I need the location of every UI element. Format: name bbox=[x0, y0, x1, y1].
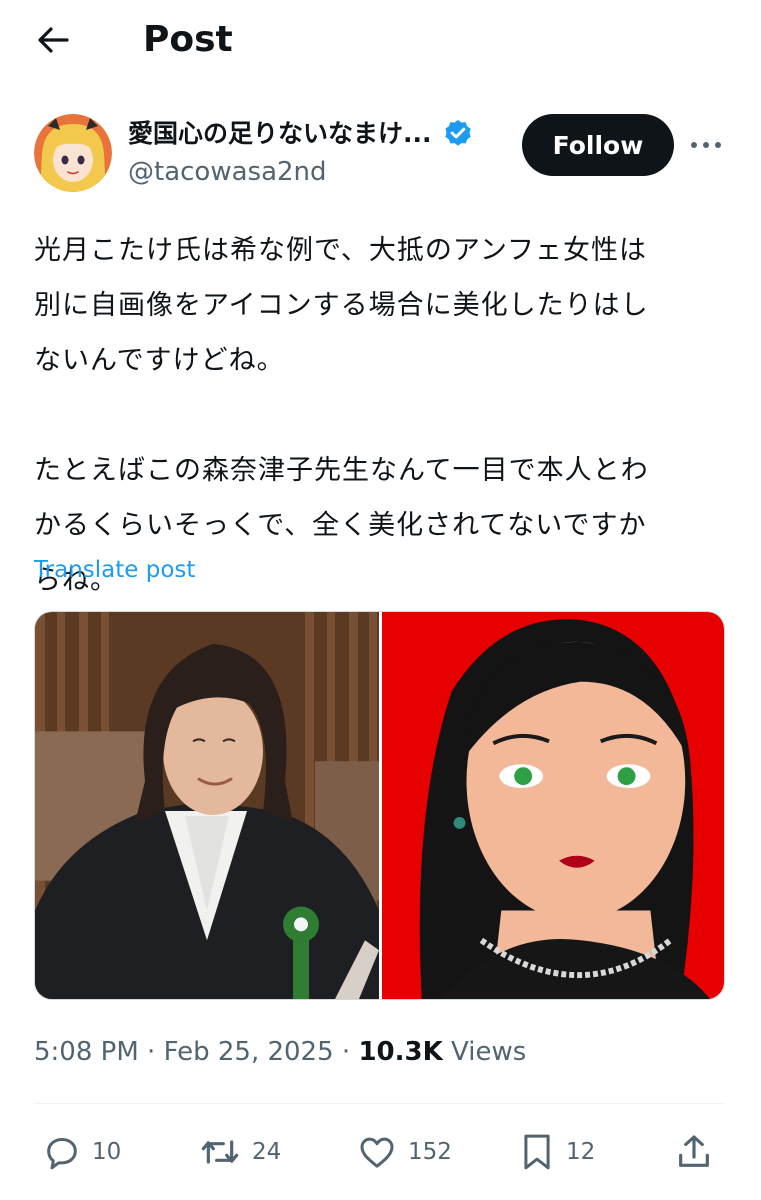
bookmark-button[interactable]: 12 bbox=[518, 1124, 595, 1180]
share-button[interactable] bbox=[674, 1124, 714, 1180]
meta-separator: · bbox=[341, 1037, 351, 1067]
repost-icon bbox=[201, 1140, 239, 1164]
display-name[interactable]: 愛国心の足りないなまけ... bbox=[128, 116, 432, 152]
top-bar: Post bbox=[0, 0, 761, 80]
reply-button[interactable]: 10 bbox=[42, 1124, 121, 1180]
views-count: 10.3K bbox=[358, 1037, 443, 1067]
reply-count: 10 bbox=[92, 1139, 122, 1165]
views-label: Views bbox=[451, 1037, 527, 1067]
post-author: 愛国心の足りないなまけ... @tacowasa2nd Follow bbox=[34, 112, 734, 192]
more-dots-icon bbox=[691, 142, 721, 148]
post-text: 光月こたけ氏は希な例で、大抵のアンフェ女性は 別に自画像をアイコンする場合に美化… bbox=[34, 235, 649, 596]
like-count: 152 bbox=[408, 1139, 452, 1165]
like-button[interactable]: 152 bbox=[356, 1124, 452, 1180]
user-handle[interactable]: @tacowasa2nd bbox=[128, 154, 327, 190]
reply-icon bbox=[47, 1138, 77, 1170]
post-time[interactable]: 5:08 PM bbox=[34, 1037, 139, 1067]
media-photo-2[interactable] bbox=[382, 612, 724, 999]
verified-badge-icon[interactable] bbox=[442, 118, 474, 150]
bookmark-count: 12 bbox=[566, 1139, 596, 1165]
post-actions: 10 24 152 12 bbox=[34, 1124, 725, 1180]
repost-count: 24 bbox=[252, 1139, 282, 1165]
share-icon bbox=[679, 1135, 709, 1167]
display-name-row: 愛国心の足りないなまけ... bbox=[128, 116, 474, 152]
post-timestamp-views: 5:08 PM · Feb 25, 2025 · 10.3K Views bbox=[34, 1034, 526, 1070]
bookmark-icon bbox=[524, 1134, 550, 1170]
back-arrow-icon bbox=[38, 27, 69, 53]
avatar[interactable] bbox=[34, 114, 112, 192]
more-options-button[interactable] bbox=[686, 128, 726, 162]
media-photo-1[interactable] bbox=[35, 612, 379, 999]
page-title: Post bbox=[143, 19, 233, 60]
post-date[interactable]: Feb 25, 2025 bbox=[164, 1037, 334, 1067]
repost-button[interactable]: 24 bbox=[198, 1124, 281, 1180]
back-button[interactable] bbox=[30, 20, 76, 60]
media-grid bbox=[34, 611, 725, 1000]
heart-icon bbox=[360, 1137, 394, 1168]
meta-separator: · bbox=[147, 1037, 156, 1067]
translate-post-link[interactable]: Translate post bbox=[34, 553, 195, 587]
follow-button[interactable]: Follow bbox=[522, 114, 674, 176]
divider bbox=[34, 1103, 725, 1104]
